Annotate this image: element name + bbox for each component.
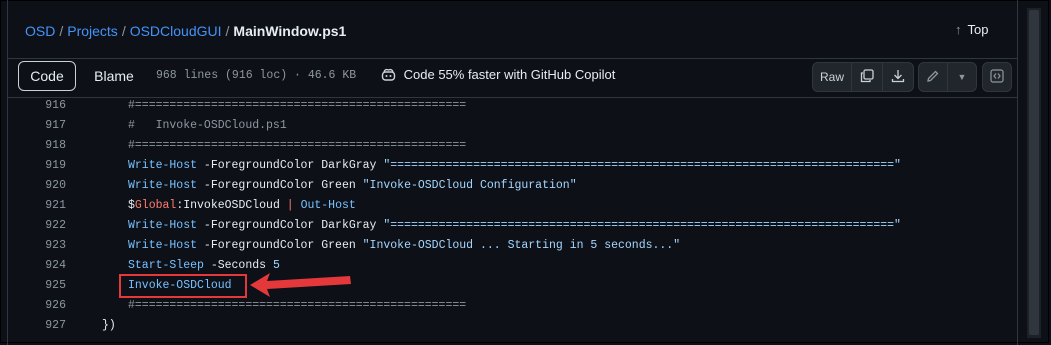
line-number[interactable]: 917	[8, 116, 66, 136]
code-token: "=======================================…	[383, 219, 901, 232]
edit-group: ▼	[918, 62, 977, 92]
code-token: "Invoke-OSDCloud ... Starting in 5 secon…	[362, 239, 681, 252]
triangle-down-icon: ▼	[957, 72, 967, 82]
code-token: "Invoke-OSDCloud Configuration"	[362, 179, 577, 192]
code-token: #=======================================…	[128, 139, 467, 152]
breadcrumb-separator: /	[59, 23, 64, 39]
code-line: 917 # Invoke-OSDCloud.ps1	[8, 116, 1017, 136]
code-token: Write-Host	[128, 219, 198, 232]
arrow-up-icon: ↑	[955, 22, 962, 37]
copy-button[interactable]	[851, 63, 882, 91]
code-text: Write-Host -ForegroundColor DarkGray "==…	[128, 216, 901, 236]
annotation-arrow	[250, 273, 351, 297]
line-number[interactable]: 924	[8, 256, 66, 276]
code-line: 923 Write-Host -ForegroundColor Green "In…	[8, 236, 1017, 256]
code-token: "=======================================…	[383, 159, 901, 172]
copilot-link[interactable]: Code 55% faster with GitHub Copilot	[381, 67, 615, 82]
edit-button[interactable]	[919, 63, 947, 91]
breadcrumb-projects[interactable]: Projects	[67, 23, 118, 39]
copilot-icon	[381, 67, 400, 82]
code-token: })	[102, 319, 116, 332]
code-tab[interactable]: Code	[18, 61, 76, 91]
code-text: # Invoke-OSDCloud.ps1	[128, 116, 287, 136]
code-token: -ForegroundColor DarkGray	[197, 219, 384, 232]
breadcrumb-osdcloudgui[interactable]: OSDCloudGUI	[130, 23, 222, 39]
code-square-icon	[990, 68, 1004, 86]
scrollbar-thumb[interactable]	[1029, 10, 1039, 335]
top-label: Top	[967, 22, 989, 37]
code-text: #=======================================…	[128, 136, 466, 156]
line-number[interactable]: 918	[8, 136, 66, 156]
code-token: :InvokeOSDCloud	[176, 199, 287, 212]
more-edit-options-button[interactable]: ▼	[947, 63, 976, 91]
code-view: 916 #====================================…	[8, 98, 1017, 345]
copy-icon	[860, 68, 874, 86]
code-token: $	[128, 199, 135, 212]
line-number[interactable]: 921	[8, 196, 66, 216]
code-token: -ForegroundColor Green	[197, 239, 363, 252]
code-text: $Global:InvokeOSDCloud | Out-Host	[128, 196, 356, 216]
line-number[interactable]: 920	[8, 176, 66, 196]
code-line: 919 Write-Host -ForegroundColor DarkGray …	[8, 156, 1017, 176]
breadcrumb-osd[interactable]: OSD	[25, 23, 55, 39]
code-token: -ForegroundColor Green	[197, 179, 363, 192]
line-number[interactable]: 925	[8, 276, 66, 296]
line-number[interactable]: 927	[8, 316, 66, 336]
code-line: 916 #====================================…	[8, 96, 1017, 116]
code-text: #=======================================…	[128, 96, 466, 116]
code-line: 922 Write-Host -ForegroundColor DarkGray …	[8, 216, 1017, 236]
highlight-box	[119, 274, 247, 298]
line-number[interactable]: 922	[8, 216, 66, 236]
code-token: Write-Host	[128, 179, 198, 192]
code-line: 918 #====================================…	[8, 136, 1017, 156]
code-token: # Invoke-OSDCloud.ps1	[128, 119, 287, 132]
code-text: })	[102, 316, 116, 336]
top-button[interactable]: ↑ Top	[955, 22, 988, 37]
code-token: Start-Sleep	[128, 259, 204, 272]
blame-tab[interactable]: Blame	[82, 61, 146, 91]
code-text: Write-Host -ForegroundColor DarkGray "==…	[128, 156, 901, 176]
raw-copy-download-group: Raw	[812, 62, 914, 92]
code-token: Out-Host	[300, 199, 356, 212]
code-token: Write-Host	[128, 159, 198, 172]
view-toggle: Code Blame	[18, 61, 146, 91]
current-file-name: MainWindow.ps1	[233, 23, 347, 39]
line-number[interactable]: 916	[8, 96, 66, 116]
line-number[interactable]: 923	[8, 236, 66, 256]
code-token: Write-Host	[128, 239, 198, 252]
download-icon	[891, 69, 905, 86]
breadcrumb: OSD / Projects / OSDCloudGUI / MainWindow.ps1	[25, 22, 346, 40]
code-token: #=======================================…	[128, 299, 467, 312]
code-token: -ForegroundColor DarkGray	[197, 159, 384, 172]
pencil-icon	[926, 69, 940, 86]
code-line: 924 Start-Sleep -Seconds 5	[8, 256, 1017, 276]
code-line: 926 #====================================…	[8, 296, 1017, 316]
raw-button[interactable]: Raw	[813, 63, 851, 91]
code-token: #=======================================…	[128, 99, 467, 112]
code-line: 927})	[8, 316, 1017, 336]
line-number[interactable]: 926	[8, 296, 66, 316]
breadcrumb-separator: /	[225, 23, 230, 39]
code-token: Global	[134, 199, 177, 212]
file-toolbar: Code Blame 968 lines (916 loc) · 46.6 KB…	[8, 58, 1017, 98]
code-token: |	[286, 199, 294, 212]
code-line: 920 Write-Host -ForegroundColor Green "In…	[8, 176, 1017, 196]
code-line: 921 $Global:InvokeOSDCloud | Out-Host	[8, 196, 1017, 216]
breadcrumb-separator: /	[121, 23, 126, 39]
code-text: Write-Host -ForegroundColor Green "Invok…	[128, 236, 680, 256]
code-text: Write-Host -ForegroundColor Green "Invok…	[128, 176, 577, 196]
download-button[interactable]	[882, 63, 913, 91]
file-info: 968 lines (916 loc) · 46.6 KB	[156, 69, 357, 82]
copilot-text: Code 55% faster with GitHub Copilot	[403, 67, 616, 82]
symbols-button[interactable]	[982, 62, 1012, 92]
line-number[interactable]: 919	[8, 156, 66, 176]
